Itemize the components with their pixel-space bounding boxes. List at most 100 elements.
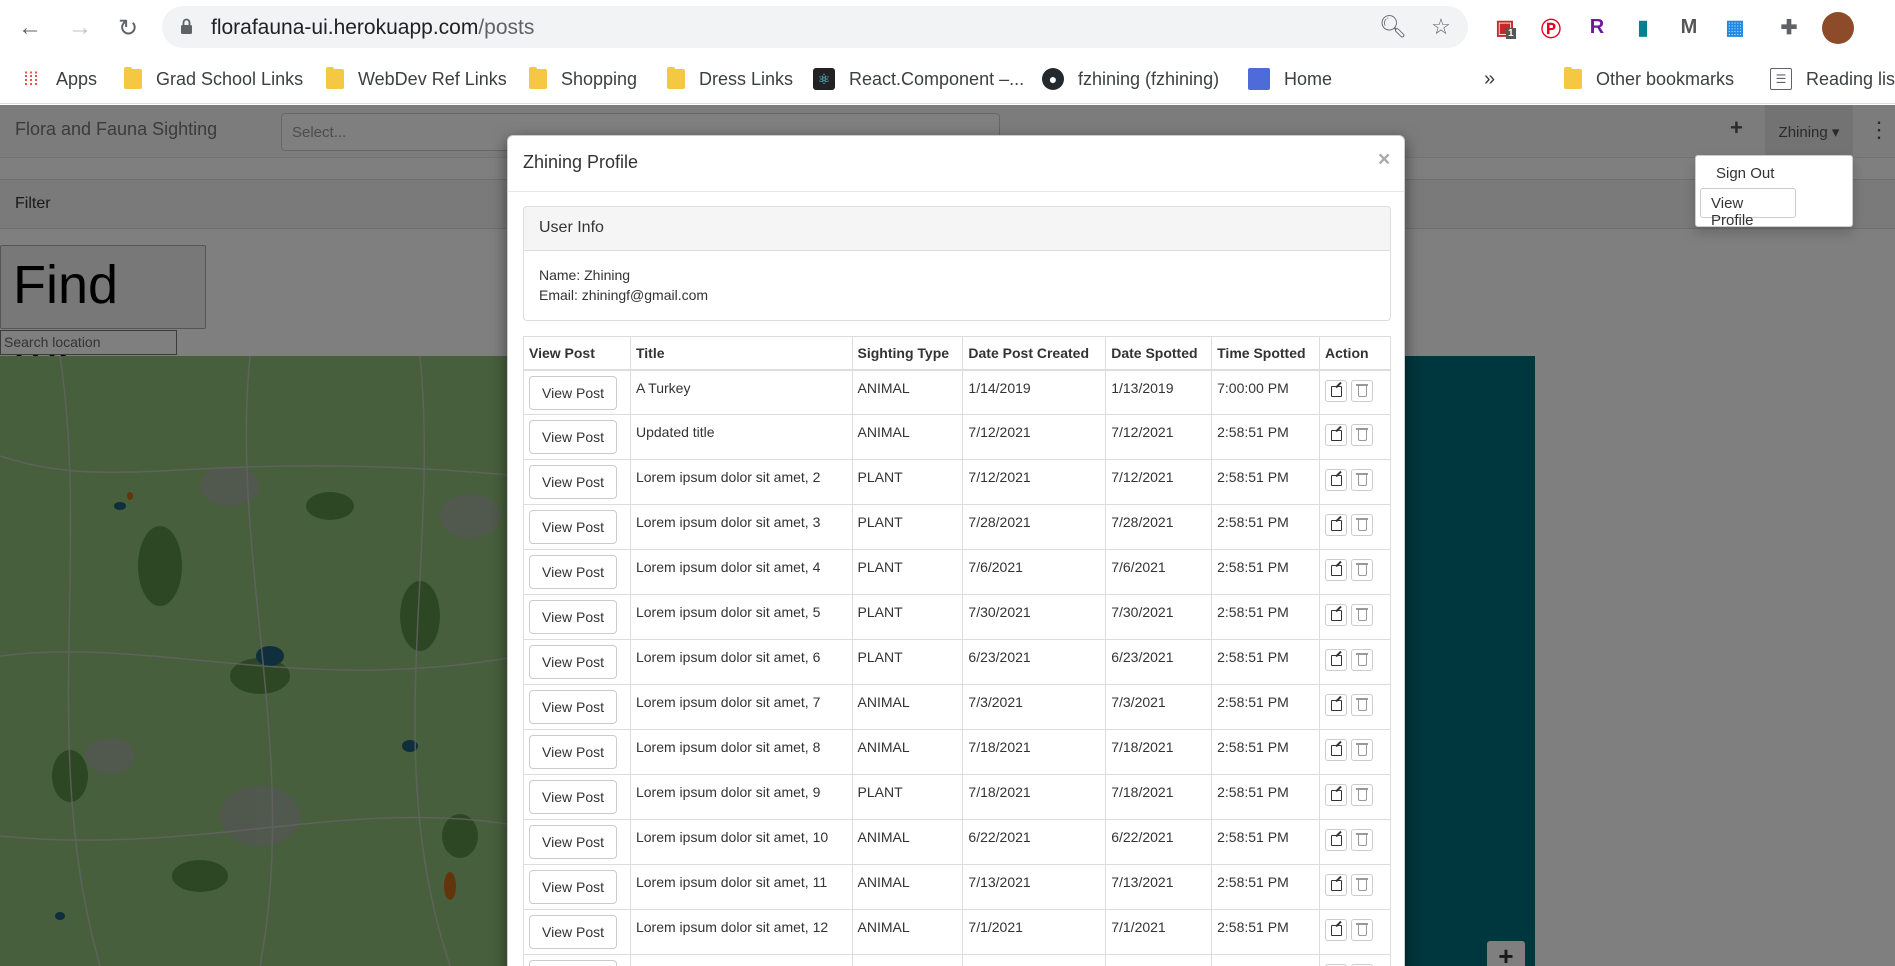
delete-post-button[interactable]	[1351, 784, 1373, 806]
delete-post-button[interactable]	[1351, 379, 1373, 402]
delete-post-button[interactable]	[1351, 649, 1373, 671]
trash-icon	[1356, 698, 1368, 711]
delete-post-button[interactable]	[1351, 919, 1373, 941]
edit-post-button[interactable]	[1325, 694, 1347, 716]
view-post-button[interactable]: View Post	[529, 825, 617, 859]
view-post-cell: View Post	[523, 459, 631, 505]
view-post-button[interactable]: View Post	[529, 645, 617, 679]
view-profile-item[interactable]: View Profile	[1700, 188, 1796, 229]
delete-post-button[interactable]	[1351, 424, 1373, 446]
view-post-button[interactable]: View Post	[529, 510, 617, 544]
bookmark-star-icon[interactable]: ☆	[1428, 14, 1454, 40]
trash-icon	[1356, 788, 1368, 801]
table-row: View Post Lorem ipsum dolor sit amet, 12 A…	[523, 909, 1391, 955]
view-post-button[interactable]: View Post	[529, 420, 617, 454]
edit-post-button[interactable]	[1325, 649, 1347, 671]
view-post-cell: View Post	[523, 369, 631, 415]
m-extension-icon[interactable]: M	[1674, 12, 1704, 42]
edit-post-button[interactable]	[1325, 604, 1347, 626]
r-extension-icon[interactable]: R	[1582, 12, 1612, 42]
user-dropdown-menu: Sign Out View Profile	[1695, 155, 1853, 229]
edit-post-button[interactable]	[1325, 829, 1347, 851]
cell-spotted: 6/23/2021	[1105, 639, 1213, 685]
profile-avatar-icon[interactable]	[1822, 12, 1854, 44]
cell-time: 2:58:51 PM	[1211, 774, 1320, 820]
view-post-cell: View Post	[523, 864, 631, 910]
cell-spotted: 7/30/2021	[1105, 594, 1213, 640]
view-post-button[interactable]: View Post	[529, 465, 617, 499]
delete-post-button[interactable]	[1351, 514, 1373, 536]
grid-extension-icon[interactable]: ▦	[1720, 12, 1750, 42]
forward-arrow-icon[interactable]: →	[62, 10, 98, 46]
delete-post-button[interactable]	[1351, 604, 1373, 626]
action-cell	[1319, 549, 1391, 595]
cell-spotted: 7/13/2021	[1105, 864, 1213, 910]
delete-post-button[interactable]	[1351, 739, 1373, 761]
cell-time: 2:58:51 PM	[1211, 594, 1320, 640]
edit-post-button[interactable]	[1325, 469, 1347, 491]
column-header: Date Post Created	[962, 336, 1107, 371]
address-bar[interactable]: florafauna-ui.herokuapp.com/posts 🔍︎ ☆	[162, 6, 1468, 48]
view-post-button[interactable]: View Post	[529, 960, 617, 966]
bookmark-grad-school[interactable]: Grad School Links	[124, 63, 303, 95]
delete-post-button[interactable]	[1351, 559, 1373, 581]
action-cell	[1319, 954, 1391, 966]
user-info-panel: User Info Name: Zhining Email: zhiningf@…	[523, 206, 1391, 321]
edit-post-button[interactable]	[1325, 784, 1347, 806]
cell-spotted: 7/18/2021	[1105, 729, 1213, 775]
cell-spotted: 7/1/2021	[1105, 909, 1213, 955]
bookmark-dress[interactable]: Dress Links	[667, 63, 793, 95]
view-post-button[interactable]: View Post	[529, 600, 617, 634]
table-row: View Post Lorem ipsum dolor sit amet, 4 PL…	[523, 549, 1391, 595]
cell-created: 7/6/2021	[962, 549, 1107, 595]
ublock-extension-icon[interactable]: ▣ 1	[1490, 12, 1520, 42]
bookmark-apps[interactable]: ⁞⁞⁞ Apps	[20, 63, 97, 95]
sign-out-item[interactable]: Sign Out	[1716, 165, 1774, 182]
browser-toolbar: ← → ↻ florafauna-ui.herokuapp.com/posts …	[0, 0, 1895, 54]
delete-post-button[interactable]	[1351, 874, 1373, 896]
view-post-button[interactable]: View Post	[529, 780, 617, 814]
cell-time: 2:58:51 PM	[1211, 684, 1320, 730]
column-header: Action	[1319, 336, 1391, 371]
pinterest-extension-icon[interactable]: Ⓟ	[1536, 12, 1566, 42]
cell-title	[629, 954, 853, 966]
other-bookmarks[interactable]: Other bookmarks	[1564, 63, 1734, 95]
view-post-button[interactable]: View Post	[529, 375, 617, 410]
view-post-button[interactable]: View Post	[529, 690, 617, 724]
view-post-button[interactable]: View Post	[529, 915, 617, 949]
reading-list[interactable]: ☰ Reading list	[1770, 63, 1895, 95]
bookmarks-overflow[interactable]: »	[1484, 63, 1495, 95]
cell-type: ANIMAL	[851, 684, 964, 730]
close-icon[interactable]: ×	[1378, 148, 1390, 172]
back-arrow-icon[interactable]: ←	[12, 10, 48, 46]
edit-post-button[interactable]	[1325, 379, 1347, 402]
delete-post-button[interactable]	[1351, 829, 1373, 851]
edit-post-button[interactable]	[1325, 559, 1347, 581]
bookmark-shopping[interactable]: Shopping	[529, 63, 637, 95]
cell-title: Lorem ipsum dolor sit amet, 11	[629, 864, 853, 910]
puzzle-extensions-icon[interactable]: ✚	[1774, 12, 1804, 42]
edit-icon	[1331, 880, 1342, 891]
view-post-button[interactable]: View Post	[529, 555, 617, 589]
zoom-icon[interactable]: 🔍︎	[1379, 14, 1407, 40]
bookmark-react[interactable]: ⚛ React.Component –...	[813, 63, 1024, 95]
delete-post-button[interactable]	[1351, 694, 1373, 716]
edit-post-button[interactable]	[1325, 514, 1347, 536]
cell-title: Lorem ipsum dolor sit amet, 9	[629, 774, 853, 820]
bookmark-github[interactable]: ● fzhining (fzhining)	[1042, 63, 1219, 95]
bookmark-webdev[interactable]: WebDev Ref Links	[326, 63, 507, 95]
delete-post-button[interactable]	[1351, 469, 1373, 491]
edit-post-button[interactable]	[1325, 739, 1347, 761]
view-post-button[interactable]: View Post	[529, 870, 617, 904]
view-post-button[interactable]: View Post	[529, 735, 617, 769]
edit-post-button[interactable]	[1325, 874, 1347, 896]
p-extension-icon[interactable]: ▮	[1628, 12, 1658, 42]
action-cell	[1319, 594, 1391, 640]
edit-icon	[1331, 700, 1342, 711]
bookmark-home[interactable]: Home	[1248, 63, 1332, 95]
reload-icon[interactable]: ↻	[110, 10, 146, 46]
cell-time: 2:58:51 PM	[1211, 504, 1320, 550]
edit-post-button[interactable]	[1325, 919, 1347, 941]
cell-time: 2:58:51 PM	[1211, 909, 1320, 955]
edit-post-button[interactable]	[1325, 424, 1347, 446]
